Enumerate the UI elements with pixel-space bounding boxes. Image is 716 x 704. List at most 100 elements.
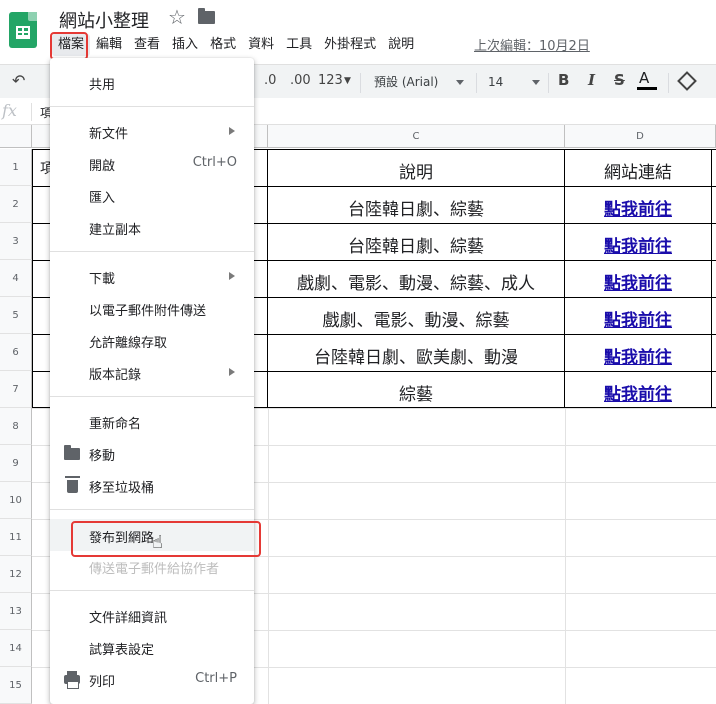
menu-item-share[interactable]: 共用 [50,66,254,98]
row-header[interactable]: 3 [0,223,32,260]
row-header[interactable]: 12 [0,556,32,593]
link-cell[interactable]: 點我前往 [565,306,711,330]
menu-help[interactable]: 說明 [382,34,420,56]
menu-format[interactable]: 格式 [204,34,242,56]
description-cell[interactable]: 台陸韓日劇、綜藝 [268,195,564,219]
description-cell[interactable]: 台陸韓日劇、歐美劇、動漫 [268,343,564,367]
grid-line [268,408,269,704]
menu-tools[interactable]: 工具 [280,34,318,56]
divider [360,73,361,93]
shortcut-label: Ctrl+O [192,155,237,170]
shortcut-label: Ctrl+P [195,671,237,686]
link-cell[interactable]: 點我前往 [565,343,711,367]
menu-item-version-history[interactable]: 版本記錄 [50,356,254,388]
row-header[interactable]: 2 [0,186,32,223]
menu-view[interactable]: 查看 [128,34,166,56]
grid-line [565,408,566,704]
menu-item-label: 建立副本 [89,223,142,238]
menu-item-make-copy[interactable]: 建立副本 [50,211,254,243]
column-header-c[interactable]: C [268,125,565,148]
chevron-right-icon [229,368,235,376]
strikethrough-button[interactable]: S [614,71,625,89]
decimal-increase-button[interactable]: .00 [290,73,311,88]
menu-item-email-attachment[interactable]: 以電子郵件附件傳送 [50,292,254,324]
table-border [711,149,712,408]
row-header[interactable]: 11 [0,519,32,556]
menu-item-label: 允許離線存取 [89,336,168,351]
link-cell[interactable]: 點我前往 [565,232,711,256]
column-header-d[interactable]: D [565,125,716,148]
menu-item-download[interactable]: 下載 [50,260,254,292]
divider [548,73,549,93]
row-header[interactable]: 4 [0,260,32,297]
chevron-down-icon [532,80,540,85]
file-menu-highlight [50,32,88,60]
bold-button[interactable]: B [558,71,569,89]
link-cell[interactable]: 點我前往 [565,269,711,293]
link-cell[interactable]: 點我前往 [565,380,711,404]
document-title[interactable]: 網站小整理 [59,7,149,33]
number-format-button[interactable]: 123 [318,73,343,88]
chevron-right-icon [229,272,235,280]
table-border [32,149,33,408]
menu-divider [50,509,254,510]
text-color-button[interactable]: A [636,69,658,90]
menu-item-label: 版本記錄 [89,368,142,383]
italic-button[interactable]: I [588,71,595,89]
sheets-logo-icon[interactable] [9,12,37,48]
row-header[interactable]: 10 [0,482,32,519]
row-header[interactable]: 14 [0,630,32,667]
description-cell[interactable]: 戲劇、電影、動漫、綜藝 [268,306,564,330]
menu-insert[interactable]: 插入 [166,34,204,56]
row-header[interactable]: 5 [0,297,32,334]
menu-item-sheet-settings[interactable]: 試算表設定 [50,631,254,663]
menu-item-import[interactable]: 匯入 [50,179,254,211]
row-header[interactable]: 8 [0,408,32,445]
menu-item-offline[interactable]: 允許離線存取 [50,324,254,356]
fill-color-icon[interactable] [677,71,697,91]
row-header[interactable]: 9 [0,445,32,482]
decimal-decrease-button[interactable]: .0 [264,73,276,88]
description-cell[interactable]: 台陸韓日劇、綜藝 [268,232,564,256]
row-header[interactable]: 13 [0,593,32,630]
menu-item-label: 共用 [89,78,116,93]
star-icon[interactable]: ☆ [168,5,186,29]
menu-data[interactable]: 資料 [242,34,280,56]
divider [31,103,32,121]
menu-item-print[interactable]: 列印 Ctrl+P [50,663,254,695]
menu-item-label: 傳送電子郵件給協作者 [89,562,220,577]
font-select[interactable]: 預設 (Arial) [368,70,468,94]
menu-item-label: 匯入 [89,191,116,206]
folder-icon [64,445,80,460]
header-description[interactable]: 說明 [268,158,564,182]
menu-addons[interactable]: 外掛程式 [318,34,382,56]
menu-item-label: 下載 [89,272,116,287]
menu-item-new[interactable]: 新文件 [50,115,254,147]
row-header[interactable]: 1 [0,149,32,186]
menu-item-trash[interactable]: 移至垃圾桶 [50,469,254,501]
menu-item-label: 新文件 [89,127,129,142]
chevron-down-icon [456,80,464,85]
menu-divider [50,251,254,252]
header-link[interactable]: 網站連結 [565,158,711,182]
font-size-value: 14 [488,75,504,89]
undo-icon[interactable]: ↶ [12,71,25,90]
folder-icon[interactable] [198,8,215,24]
link-cell[interactable]: 點我前往 [565,195,711,219]
description-cell[interactable]: 戲劇、電影、動漫、綜藝、成人 [268,269,564,293]
corner-cell[interactable] [0,125,32,148]
divider [476,73,477,93]
font-size-select[interactable]: 14 [486,70,544,94]
menu-item-doc-details[interactable]: 文件詳細資訊 [50,599,254,631]
row-header[interactable]: 7 [0,371,32,408]
menu-item-open[interactable]: 開啟 Ctrl+O [50,147,254,179]
description-cell[interactable]: 綜藝 [268,380,564,404]
menu-item-rename[interactable]: 重新命名 [50,405,254,437]
last-edit-link[interactable]: 上次編輯：10月2日 [474,35,590,54]
row-header[interactable]: 15 [0,667,32,704]
menu-edit[interactable]: 編輯 [90,34,128,56]
chevron-down-icon: ▼ [344,76,351,86]
row-header[interactable]: 6 [0,334,32,371]
menu-divider [50,396,254,397]
menu-item-move[interactable]: 移動 [50,437,254,469]
